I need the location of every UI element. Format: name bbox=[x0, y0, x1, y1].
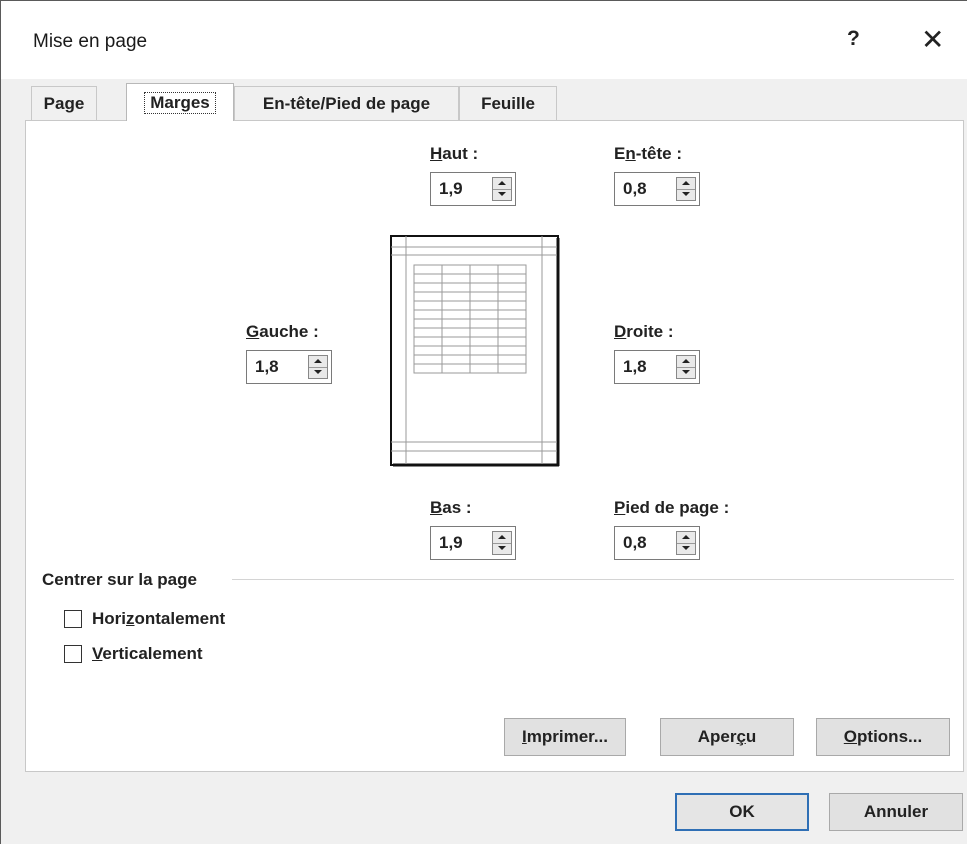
close-icon[interactable]: ✕ bbox=[921, 23, 944, 56]
tab-marges-label: Marges bbox=[144, 91, 216, 114]
right-margin-label: Droite : bbox=[614, 322, 674, 341]
vertical-checkbox[interactable] bbox=[64, 645, 82, 663]
horizontal-checkbox[interactable] bbox=[64, 610, 82, 628]
bottom-margin-input[interactable] bbox=[431, 527, 491, 559]
left-margin-spinner bbox=[246, 350, 332, 384]
options-button[interactable]: Options... bbox=[816, 718, 950, 756]
spinner-arrows-icon bbox=[492, 177, 512, 201]
right-margin-decrement[interactable] bbox=[677, 367, 695, 378]
group-divider bbox=[232, 579, 954, 580]
margins-panel: Haut : En-tête : Gauche : bbox=[25, 120, 964, 772]
page-setup-dialog: Mise en page ? ✕ Page Marges En-tête/Pie… bbox=[0, 0, 967, 844]
header-margin-spinner bbox=[614, 172, 700, 206]
left-margin-label: Gauche : bbox=[246, 322, 319, 341]
bottom-margin-spinner bbox=[430, 526, 516, 560]
tab-page[interactable]: Page bbox=[31, 86, 97, 121]
title-bar: Mise en page ? ✕ bbox=[1, 1, 967, 79]
help-icon[interactable]: ? bbox=[847, 27, 860, 51]
tab-page-label: Page bbox=[43, 94, 85, 113]
header-margin-label: En-tête : bbox=[614, 144, 683, 163]
footer-margin-label: Pied de page : bbox=[614, 498, 730, 517]
top-margin-label: Haut : bbox=[430, 144, 479, 163]
spinner-arrows-icon bbox=[308, 355, 328, 379]
top-margin-spinner bbox=[430, 172, 516, 206]
preview-button[interactable]: Aper ç u bbox=[660, 718, 794, 756]
center-group-label: Centrer sur la page bbox=[42, 570, 197, 589]
footer-margin-spinner bbox=[614, 526, 700, 560]
footer-margin-decrement[interactable] bbox=[677, 543, 695, 554]
dialog-title: Mise en page bbox=[33, 31, 148, 52]
spinner-arrows-icon bbox=[676, 355, 696, 379]
page-margins-preview-icon bbox=[390, 235, 560, 467]
vertical-checkbox-label[interactable]: Verticalement bbox=[92, 644, 203, 664]
header-margin-decrement[interactable] bbox=[677, 189, 695, 200]
spinner-arrows-icon bbox=[676, 531, 696, 555]
right-margin-spinner bbox=[614, 350, 700, 384]
tab-header-footer[interactable]: En-tête/Pied de page bbox=[234, 86, 459, 121]
tab-marges[interactable]: Marges bbox=[126, 83, 234, 121]
spinner-arrows-icon bbox=[492, 531, 512, 555]
top-margin-input[interactable] bbox=[431, 173, 491, 205]
footer-margin-input[interactable] bbox=[615, 527, 675, 559]
cancel-button[interactable]: Annuler bbox=[829, 793, 963, 831]
horizontal-checkbox-label[interactable]: Horizontalement bbox=[92, 609, 225, 629]
top-margin-decrement[interactable] bbox=[493, 189, 511, 200]
left-margin-input[interactable] bbox=[247, 351, 307, 383]
spinner-arrows-icon bbox=[676, 177, 696, 201]
right-margin-input[interactable] bbox=[615, 351, 675, 383]
ok-button[interactable]: OK bbox=[675, 793, 809, 831]
bottom-margin-decrement[interactable] bbox=[493, 543, 511, 554]
header-margin-input[interactable] bbox=[615, 173, 675, 205]
bottom-margin-label: Bas : bbox=[430, 498, 472, 517]
tab-header-footer-label: En-tête/Pied de page bbox=[262, 94, 431, 113]
tab-feuille[interactable]: Feuille bbox=[459, 86, 557, 121]
tab-feuille-label: Feuille bbox=[481, 94, 535, 113]
print-button[interactable]: Imprimer... bbox=[504, 718, 626, 756]
left-margin-decrement[interactable] bbox=[309, 367, 327, 378]
